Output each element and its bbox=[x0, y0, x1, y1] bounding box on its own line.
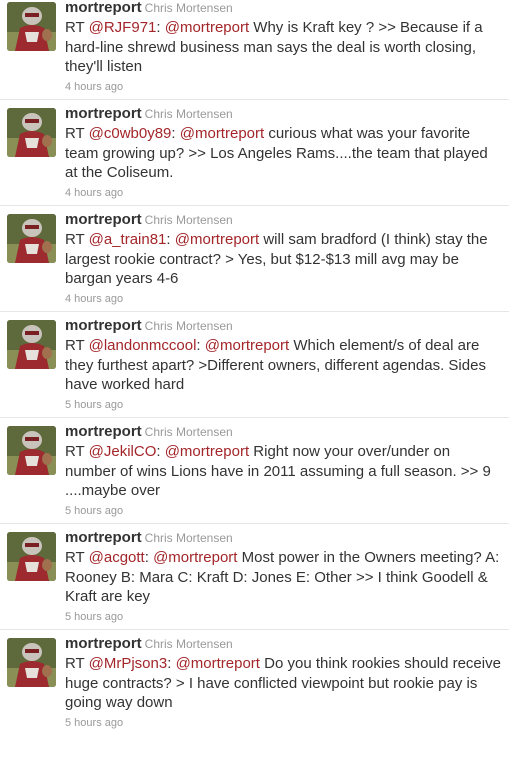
tweet-screen-name[interactable]: mortreport bbox=[65, 317, 142, 334]
tweet-text-segment: RT bbox=[65, 231, 89, 248]
tweet-timestamp[interactable]: 4 hours ago bbox=[65, 79, 123, 95]
tweet-text-segment: RT bbox=[65, 655, 89, 672]
user-photo-icon bbox=[7, 108, 56, 157]
mention-link[interactable]: @JekilCO bbox=[89, 443, 157, 460]
tweet-full-name: Chris Mortensen bbox=[144, 425, 233, 439]
tweet-text-segment: RT bbox=[65, 125, 89, 142]
tweet-full-name: Chris Mortensen bbox=[144, 1, 233, 15]
tweet-text: RT @JekilCO: @mortreport Right now your … bbox=[65, 442, 503, 501]
tweet-text-segment: RT bbox=[65, 443, 89, 460]
tweet-text-segment: : bbox=[196, 337, 205, 354]
avatar[interactable] bbox=[7, 2, 56, 51]
avatar[interactable] bbox=[7, 214, 56, 263]
user-photo-icon bbox=[7, 320, 56, 369]
tweet-full-name: Chris Mortensen bbox=[144, 319, 233, 333]
user-photo-icon bbox=[7, 2, 56, 51]
tweet-item: mortreport Chris Mortensen RT @c0wb0y89: … bbox=[0, 100, 509, 206]
tweet-timestamp[interactable]: 5 hours ago bbox=[65, 503, 123, 519]
user-photo-icon bbox=[7, 532, 56, 581]
tweet-text-segment: : bbox=[167, 655, 176, 672]
tweet-text-segment: : bbox=[156, 19, 165, 36]
tweet-text: RT @MrPjson3: @mortreport Do you think r… bbox=[65, 654, 503, 713]
tweet-text-segment: : bbox=[144, 549, 154, 566]
mention-link[interactable]: @mortreport bbox=[165, 443, 249, 460]
tweet-text: RT @a_train81: @mortreport will sam brad… bbox=[65, 230, 503, 289]
avatar[interactable] bbox=[7, 426, 56, 475]
mention-link[interactable]: @mortreport bbox=[153, 549, 237, 566]
mention-link[interactable]: @mortreport bbox=[175, 231, 259, 248]
mention-link[interactable]: @landonmccool bbox=[89, 337, 197, 354]
tweet-text-segment: : bbox=[166, 231, 175, 248]
tweet-text: RT @acgott: @mortreport Most power in th… bbox=[65, 548, 503, 607]
tweet-screen-name[interactable]: mortreport bbox=[65, 423, 142, 440]
tweet-text: RT @RJF971: @mortreport Why is Kraft key… bbox=[65, 18, 503, 77]
mention-link[interactable]: @acgott bbox=[89, 549, 145, 566]
tweet-screen-name[interactable]: mortreport bbox=[65, 105, 142, 122]
tweet-timestamp[interactable]: 5 hours ago bbox=[65, 609, 123, 625]
tweet-screen-name[interactable]: mortreport bbox=[65, 529, 142, 546]
tweet-item: mortreport Chris Mortensen RT @landonmcco… bbox=[0, 312, 509, 418]
mention-link[interactable]: @a_train81 bbox=[89, 231, 167, 248]
avatar[interactable] bbox=[7, 108, 56, 157]
tweet-text-segment: : bbox=[171, 125, 180, 142]
tweet-screen-name[interactable]: mortreport bbox=[65, 635, 142, 652]
mention-link[interactable]: @mortreport bbox=[205, 337, 289, 354]
tweet-text-segment: RT bbox=[65, 19, 89, 36]
mention-link[interactable]: @RJF971 bbox=[89, 19, 157, 36]
mention-link[interactable]: @mortreport bbox=[176, 655, 260, 672]
mention-link[interactable]: @c0wb0y89 bbox=[89, 125, 172, 142]
tweet-item: mortreport Chris Mortensen RT @MrPjson3: … bbox=[0, 630, 509, 736]
tweet-text: RT @c0wb0y89: @mortreport curious what w… bbox=[65, 124, 503, 183]
mention-link[interactable]: @mortreport bbox=[180, 125, 264, 142]
tweet-item: mortreport Chris Mortensen RT @JekilCO: @… bbox=[0, 418, 509, 524]
tweet-full-name: Chris Mortensen bbox=[144, 637, 233, 651]
tweet-screen-name[interactable]: mortreport bbox=[65, 0, 142, 16]
avatar[interactable] bbox=[7, 532, 56, 581]
tweet-text-segment: RT bbox=[65, 549, 89, 566]
tweet-item: mortreport Chris Mortensen RT @acgott: @m… bbox=[0, 524, 509, 630]
tweet-text: RT @landonmccool: @mortreport Which elem… bbox=[65, 336, 503, 395]
tweet-full-name: Chris Mortensen bbox=[144, 531, 233, 545]
user-photo-icon bbox=[7, 214, 56, 263]
user-photo-icon bbox=[7, 638, 56, 687]
tweet-text-segment: : bbox=[156, 443, 165, 460]
tweet-timestamp[interactable]: 4 hours ago bbox=[65, 185, 123, 201]
tweet-timestamp[interactable]: 5 hours ago bbox=[65, 397, 123, 413]
tweet-timestamp[interactable]: 5 hours ago bbox=[65, 715, 123, 731]
tweet-full-name: Chris Mortensen bbox=[144, 213, 233, 227]
avatar[interactable] bbox=[7, 638, 56, 687]
tweet-item: mortreport Chris Mortensen RT @a_train81:… bbox=[0, 206, 509, 312]
tweet-timeline: mortreport Chris Mortensen RT @RJF971: @m… bbox=[0, 0, 509, 736]
tweet-timestamp[interactable]: 4 hours ago bbox=[65, 291, 123, 307]
mention-link[interactable]: @MrPjson3 bbox=[89, 655, 168, 672]
avatar[interactable] bbox=[7, 320, 56, 369]
user-photo-icon bbox=[7, 426, 56, 475]
mention-link[interactable]: @mortreport bbox=[165, 19, 249, 36]
tweet-full-name: Chris Mortensen bbox=[144, 107, 233, 121]
tweet-text-segment: RT bbox=[65, 337, 89, 354]
tweet-item: mortreport Chris Mortensen RT @RJF971: @m… bbox=[0, 0, 509, 100]
tweet-screen-name[interactable]: mortreport bbox=[65, 211, 142, 228]
